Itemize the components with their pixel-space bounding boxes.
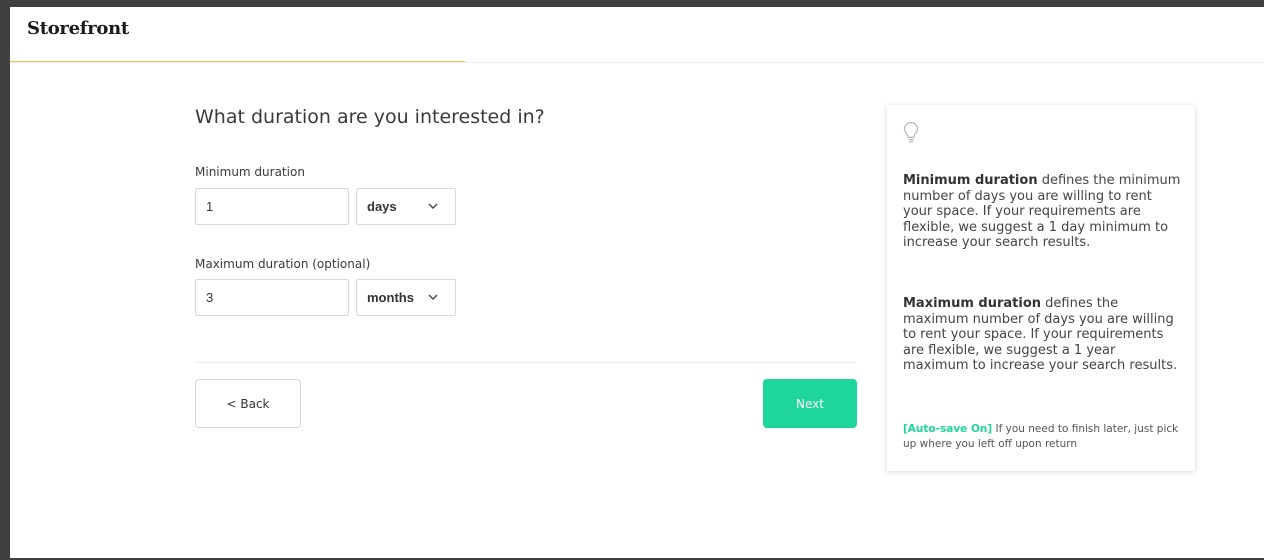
maximum-duration-help: Maximum duration defines the maximum num… (903, 296, 1183, 374)
maximum-duration-unit-select[interactable]: months (356, 279, 456, 316)
maximum-duration-term: Maximum duration (903, 296, 1042, 311)
minimum-duration-input[interactable] (195, 188, 349, 225)
chevron-down-icon (428, 294, 438, 300)
top-header: Storefront (10, 7, 1264, 63)
autosave-note: [Auto-save On] If you need to finish lat… (903, 422, 1183, 451)
minimum-duration-help: Minimum duration defines the minimum num… (903, 173, 1183, 251)
storefront-logo[interactable]: Storefront (27, 18, 129, 39)
maximum-duration-unit-value: months (367, 290, 414, 305)
app-window: Storefront What duration are you interes… (0, 0, 1264, 560)
minimum-duration-unit-select[interactable]: days (356, 188, 456, 225)
back-button[interactable]: < Back (195, 379, 301, 428)
autosave-badge: [Auto-save On] (903, 423, 993, 435)
help-tip-card: Minimum duration defines the minimum num… (887, 105, 1195, 471)
form-divider (195, 362, 856, 363)
minimum-duration-unit-value: days (367, 199, 397, 214)
minimum-duration-label: Minimum duration (195, 165, 305, 179)
header-progress-underline (10, 61, 465, 62)
next-button[interactable]: Next (763, 379, 857, 428)
page-title: What duration are you interested in? (195, 106, 545, 128)
maximum-duration-input[interactable] (195, 279, 349, 316)
lightbulb-icon (903, 121, 919, 143)
minimum-duration-term: Minimum duration (903, 173, 1038, 188)
chevron-down-icon (428, 203, 438, 209)
maximum-duration-label: Maximum duration (optional) (195, 257, 371, 271)
